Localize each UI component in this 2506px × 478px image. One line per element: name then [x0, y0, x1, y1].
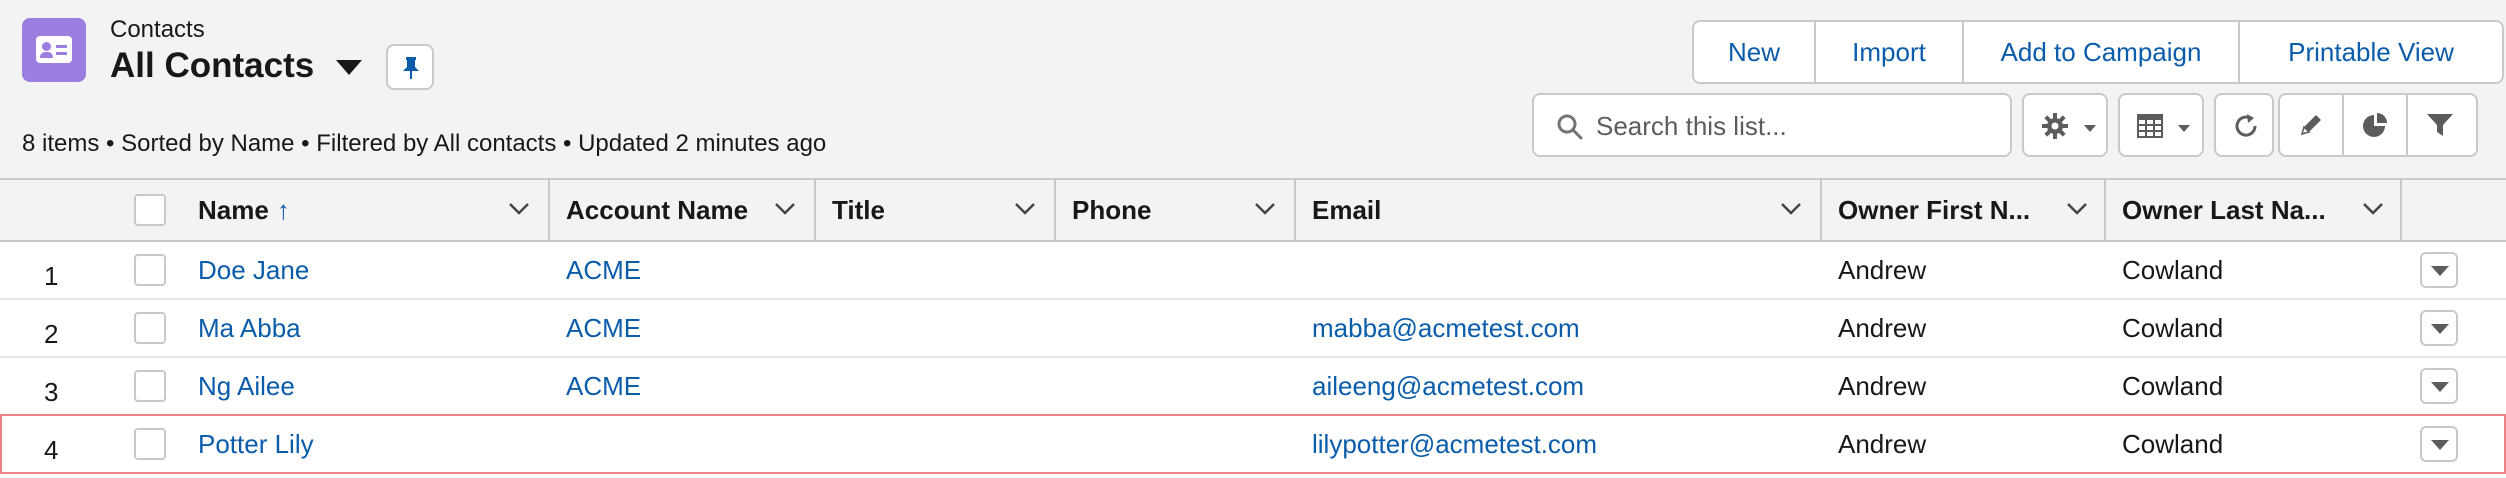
column-header-owner-last-name[interactable]: Owner Last Na... [2122, 180, 2326, 240]
column-header-owner-first-name[interactable]: Owner First N... [1838, 180, 2030, 240]
row-actions-button[interactable] [2420, 310, 2458, 346]
object-label: Contacts [110, 16, 205, 43]
pencil-icon [2300, 115, 2321, 136]
printable-view-button[interactable]: Printable View [2240, 22, 2502, 82]
chevron-down-icon [2178, 125, 2190, 132]
account-name-link[interactable]: ACME [566, 358, 641, 414]
email-link[interactable]: aileeng@acmetest.com [1312, 358, 1584, 414]
column-header-email[interactable]: Email [1312, 180, 1381, 240]
table-row: 1 Doe Jane ACME Andrew Cowland [0, 242, 2506, 300]
select-all-checkbox[interactable] [134, 194, 166, 226]
pie-chart-icon [2363, 113, 2387, 137]
row-number: 2 [44, 319, 59, 349]
chevron-down-icon[interactable] [1254, 202, 1276, 216]
owner-last-name-cell: Cowland [2122, 429, 2224, 459]
owner-first-name-cell: Andrew [1838, 255, 1927, 285]
search-input[interactable] [1596, 109, 1996, 143]
new-button[interactable]: New [1694, 22, 1816, 82]
account-name-link[interactable]: ACME [566, 300, 641, 356]
account-name-link[interactable]: ACME [566, 242, 641, 298]
owner-last-name-cell: Cowland [2122, 255, 2224, 285]
chevron-down-icon [2431, 382, 2449, 392]
chevron-down-icon [2084, 125, 2096, 132]
action-button-group: New Import Add to Campaign Printable Vie… [1692, 20, 2504, 84]
list-view-controls-button[interactable] [2022, 93, 2108, 157]
chevron-down-icon [2431, 324, 2449, 334]
email-link[interactable]: mabba@acmetest.com [1312, 300, 1580, 356]
column-header-account-name[interactable]: Account Name [566, 180, 748, 240]
email-link[interactable]: lilypotter@acmetest.com [1312, 416, 1597, 472]
row-actions-button[interactable] [2420, 252, 2458, 288]
owner-first-name-cell: Andrew [1838, 429, 1927, 459]
search-icon [1557, 114, 1583, 140]
edit-list-button[interactable] [2280, 95, 2344, 155]
chevron-down-icon[interactable] [508, 202, 530, 216]
table-row: 3 Ng Ailee ACME aileeng@acmetest.com And… [0, 358, 2506, 416]
sort-ascending-icon: ↑ [276, 195, 290, 225]
gear-icon [2042, 113, 2068, 139]
column-header-name[interactable]: Name ↑ [198, 180, 290, 240]
display-as-button[interactable] [2118, 93, 2204, 157]
list-view-title[interactable]: All Contacts [110, 46, 314, 86]
list-view-switcher-caret-icon[interactable] [336, 60, 362, 75]
refresh-icon [2235, 114, 2257, 137]
chevron-down-icon[interactable] [2362, 202, 2384, 216]
list-summary: 8 items • Sorted by Name • Filtered by A… [22, 130, 827, 157]
contact-card-icon [22, 18, 86, 82]
table-row: 2 Ma Abba ACME mabba@acmetest.com Andrew… [0, 300, 2506, 358]
row-number: 3 [44, 377, 59, 407]
owner-first-name-cell: Andrew [1838, 313, 1927, 343]
chevron-down-icon[interactable] [774, 202, 796, 216]
chevron-down-icon [2431, 440, 2449, 450]
list-view-header: Contacts All Contacts 8 items • Sorted b… [0, 0, 2506, 178]
row-checkbox[interactable] [134, 312, 166, 344]
contact-name-link[interactable]: Doe Jane [198, 242, 309, 298]
pin-icon [403, 57, 419, 79]
row-checkbox[interactable] [134, 254, 166, 286]
table-row-selected: 4 Potter Lily lilypotter@acmetest.com An… [0, 414, 2506, 474]
row-actions-button[interactable] [2420, 426, 2458, 462]
chevron-down-icon[interactable] [2066, 202, 2088, 216]
contact-name-link[interactable]: Ma Abba [198, 300, 301, 356]
filter-button[interactable] [2408, 95, 2476, 155]
owner-first-name-cell: Andrew [1838, 371, 1927, 401]
add-to-campaign-button[interactable]: Add to Campaign [1964, 22, 2240, 82]
chevron-down-icon[interactable] [1014, 202, 1036, 216]
search-box [1532, 93, 2012, 157]
refresh-button[interactable] [2214, 93, 2274, 157]
row-number: 4 [44, 435, 59, 465]
pin-list-view-button[interactable] [386, 44, 434, 90]
column-header-title[interactable]: Title [832, 180, 885, 240]
import-button[interactable]: Import [1816, 22, 1964, 82]
table-icon [2137, 114, 2163, 138]
owner-last-name-cell: Cowland [2122, 371, 2224, 401]
filter-icon [2427, 114, 2453, 136]
contact-name-link[interactable]: Ng Ailee [198, 358, 295, 414]
row-number: 1 [44, 261, 59, 291]
table-header: Name ↑ Account Name Title Phone Email Own… [0, 178, 2506, 242]
list-tools-group [2278, 93, 2478, 157]
row-checkbox[interactable] [134, 370, 166, 402]
charts-button[interactable] [2344, 95, 2408, 155]
row-actions-button[interactable] [2420, 368, 2458, 404]
owner-last-name-cell: Cowland [2122, 313, 2224, 343]
column-header-phone[interactable]: Phone [1072, 180, 1151, 240]
chevron-down-icon [2431, 266, 2449, 276]
contact-name-link[interactable]: Potter Lily [198, 416, 314, 472]
row-checkbox[interactable] [134, 428, 166, 460]
chevron-down-icon[interactable] [1780, 202, 1802, 216]
